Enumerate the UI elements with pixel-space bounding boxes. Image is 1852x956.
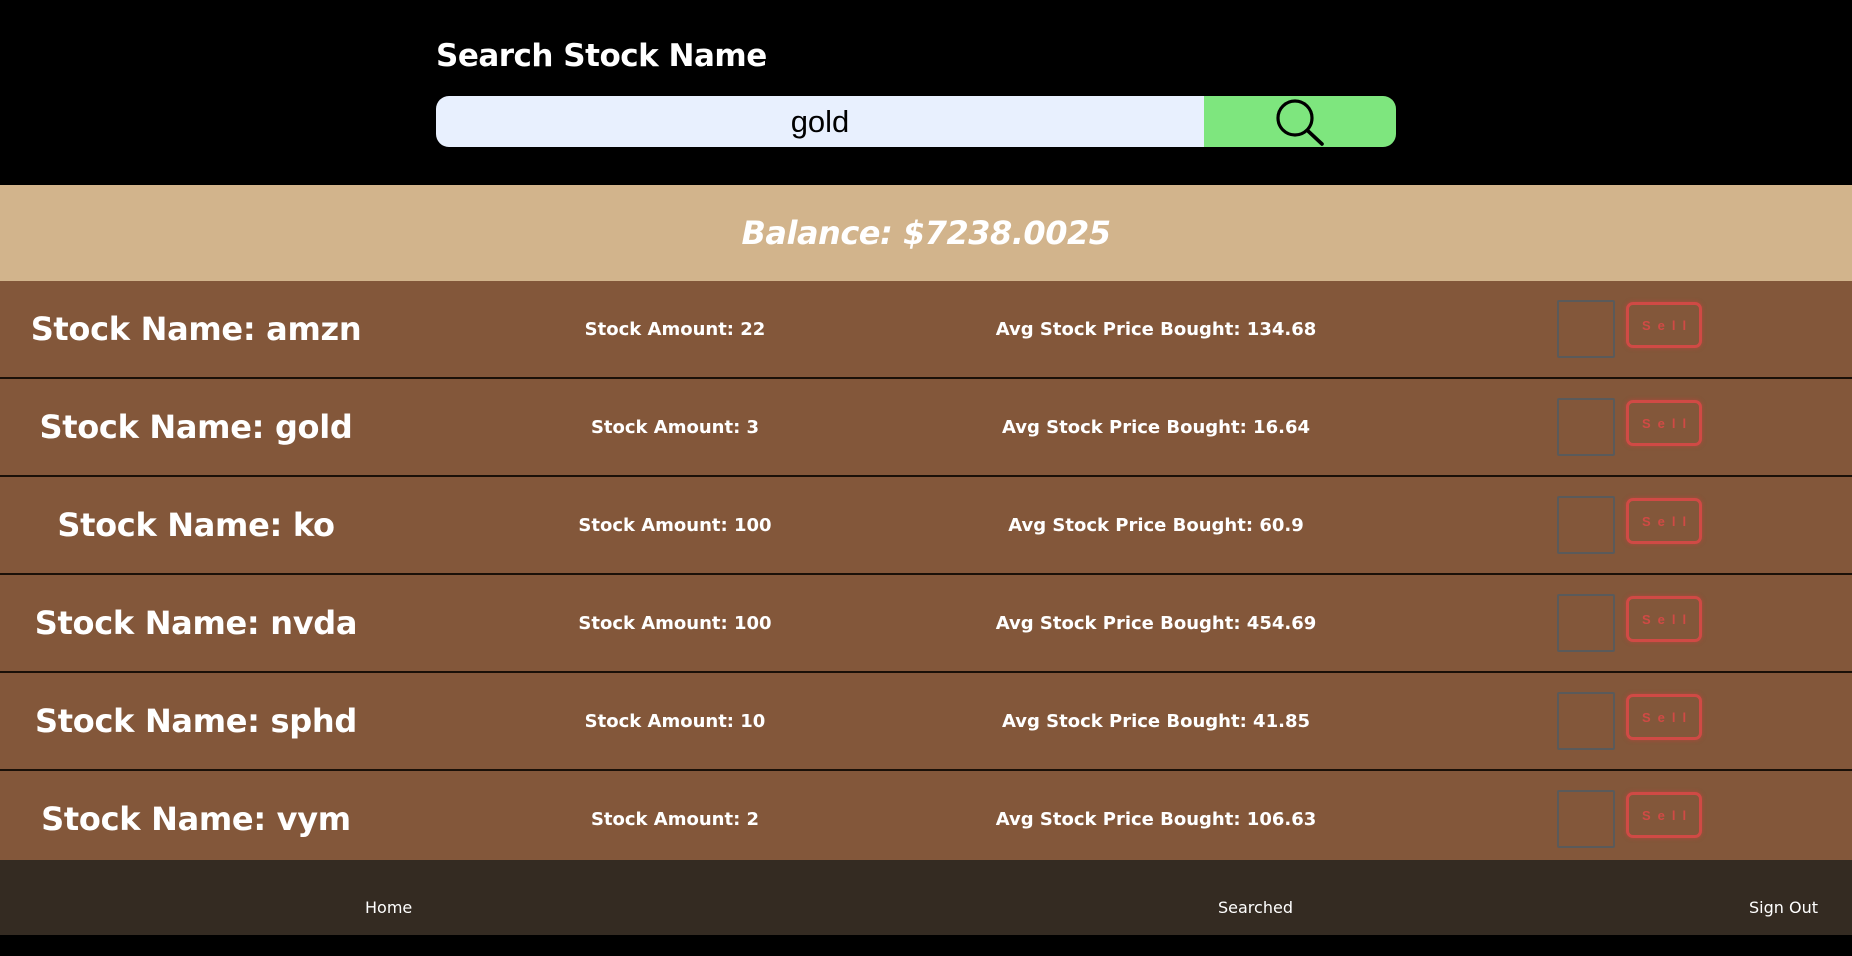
search-button[interactable] (1204, 96, 1396, 147)
stock-avg-price: Avg Stock Price Bought: 106.63 (995, 808, 1317, 830)
sell-quantity-input[interactable] (1557, 496, 1615, 554)
nav-searched-link[interactable]: Searched (1218, 860, 1293, 956)
sell-button[interactable]: Sell (1626, 400, 1702, 446)
nav-home-link[interactable]: Home (365, 860, 412, 956)
stock-row: Stock Name: amzn Stock Amount: 22 Avg St… (0, 281, 1852, 379)
stock-avg-price: Avg Stock Price Bought: 134.68 (995, 318, 1317, 340)
stock-name: Stock Name: vym (41, 800, 351, 838)
search-icon (1274, 98, 1326, 146)
sell-button[interactable]: Sell (1626, 302, 1702, 348)
stock-amount: Stock Amount: 100 (578, 514, 772, 536)
nav-sign-out-link[interactable]: Sign Out (1749, 860, 1818, 956)
stock-amount: Stock Amount: 10 (584, 710, 766, 732)
sell-button[interactable]: Sell (1626, 694, 1702, 740)
stock-amount: Stock Amount: 22 (584, 318, 766, 340)
sell-quantity-input[interactable] (1557, 398, 1615, 456)
stock-amount: Stock Amount: 100 (578, 612, 772, 634)
balance-text: Balance: $7238.0025 (741, 214, 1111, 252)
stock-row: Stock Name: sphd Stock Amount: 10 Avg St… (0, 673, 1852, 771)
stock-name: Stock Name: ko (57, 506, 335, 544)
sell-quantity-input[interactable] (1557, 300, 1615, 358)
stock-amount: Stock Amount: 3 (590, 416, 760, 438)
sell-quantity-input[interactable] (1557, 692, 1615, 750)
stock-name: Stock Name: amzn (30, 310, 362, 348)
stock-avg-price: Avg Stock Price Bought: 16.64 (1001, 416, 1310, 438)
footer-nav: Home Searched Sign Out (0, 860, 1852, 935)
balance-bar: Balance: $7238.0025 (0, 185, 1852, 281)
search-input[interactable] (436, 96, 1204, 147)
stock-amount: Stock Amount: 2 (590, 808, 760, 830)
stock-row: Stock Name: gold Stock Amount: 3 Avg Sto… (0, 379, 1852, 477)
sell-button[interactable]: Sell (1626, 792, 1702, 838)
sell-quantity-input[interactable] (1557, 594, 1615, 652)
stock-avg-price: Avg Stock Price Bought: 60.9 (1008, 514, 1304, 536)
stock-name: Stock Name: sphd (35, 702, 357, 740)
search-bar (436, 96, 1396, 147)
stock-list: Stock Name: amzn Stock Amount: 22 Avg St… (0, 281, 1852, 869)
stock-avg-price: Avg Stock Price Bought: 41.85 (1001, 710, 1310, 732)
stock-row: Stock Name: ko Stock Amount: 100 Avg Sto… (0, 477, 1852, 575)
stock-row: Stock Name: nvda Stock Amount: 100 Avg S… (0, 575, 1852, 673)
search-title: Search Stock Name (436, 38, 767, 74)
stock-name: Stock Name: gold (39, 408, 353, 446)
search-header: Search Stock Name (0, 0, 1852, 185)
stock-row: Stock Name: vym Stock Amount: 2 Avg Stoc… (0, 771, 1852, 869)
sell-button[interactable]: Sell (1626, 596, 1702, 642)
stock-avg-price: Avg Stock Price Bought: 454.69 (995, 612, 1317, 634)
stock-name: Stock Name: nvda (34, 604, 358, 642)
sell-button[interactable]: Sell (1626, 498, 1702, 544)
sell-quantity-input[interactable] (1557, 790, 1615, 848)
